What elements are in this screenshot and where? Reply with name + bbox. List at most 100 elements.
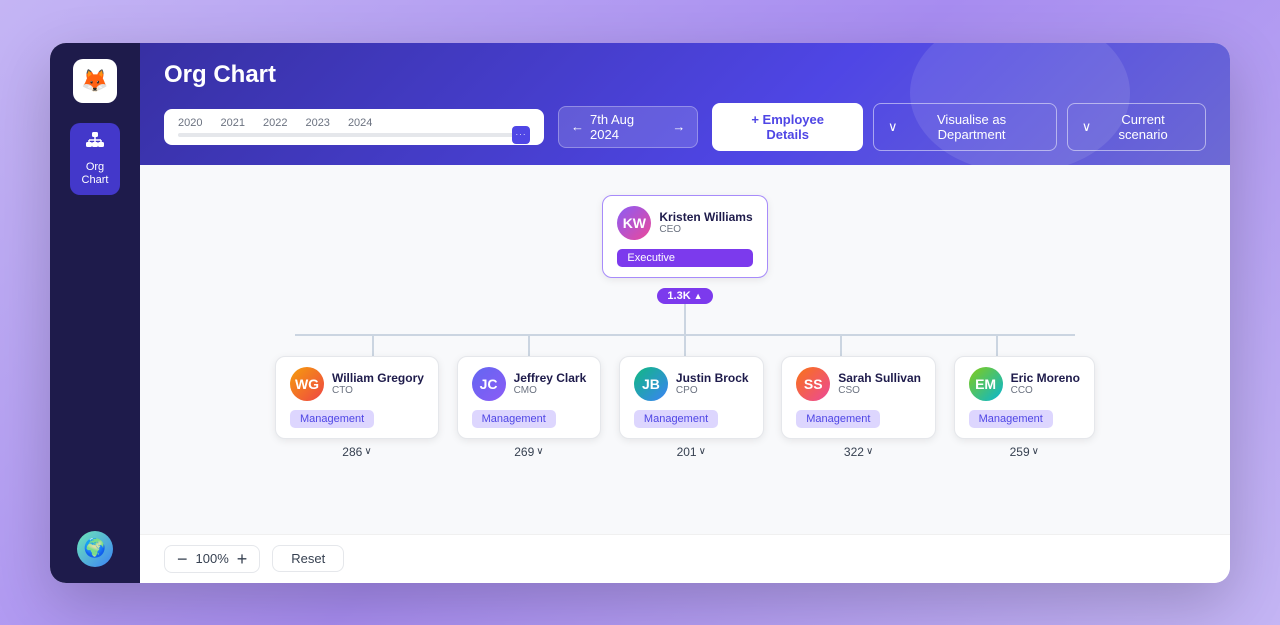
header: Org Chart 2020 2021 2022 2023 2024 <box>140 43 1230 165</box>
ceo-connector: 1.3K ▲ <box>657 278 712 334</box>
main-content: Org Chart 2020 2021 2022 2023 2024 <box>140 43 1230 583</box>
horizontal-connector <box>295 334 1075 336</box>
employee-details-button[interactable]: + Employee Details <box>712 103 863 151</box>
report-3-name: Justin Brock <box>676 371 749 385</box>
sidebar-item-label: OrgChart <box>82 161 109 187</box>
report-5-name: Eric Moreno <box>1011 371 1080 385</box>
date-arrow-right[interactable]: → <box>672 119 685 134</box>
report-2-wrapper: JC Jeffrey Clark CMO Management 269 ∨ <box>457 356 602 459</box>
report-1-avatar: WG <box>290 367 324 401</box>
report-1-wrapper: WG William Gregory CTO Management 286 ∨ <box>275 356 439 459</box>
year-2023: 2023 <box>305 117 329 129</box>
report-2-person: JC Jeffrey Clark CMO <box>472 367 587 401</box>
date-value: 7th Aug 2024 <box>590 112 666 142</box>
report-4-count[interactable]: 322 ∨ <box>844 445 873 459</box>
report-2-info: Jeffrey Clark CMO <box>514 371 587 396</box>
chevron-up-icon: ▲ <box>694 291 703 301</box>
report-card-5[interactable]: EM Eric Moreno CCO Management <box>954 356 1095 439</box>
zoom-out-button[interactable]: − <box>177 550 188 568</box>
reports-level: WG William Gregory CTO Management 286 ∨ <box>275 356 1095 459</box>
vertical-connector <box>684 304 686 334</box>
reset-button[interactable]: Reset <box>272 545 344 572</box>
report-card-4[interactable]: SS Sarah Sullivan CSO Management <box>781 356 936 439</box>
report-2-count[interactable]: 269 ∨ <box>514 445 543 459</box>
report-3-count[interactable]: 201 ∨ <box>677 445 706 459</box>
sidebar-item-org-chart[interactable]: OrgChart <box>70 123 121 195</box>
report-3-info: Justin Brock CPO <box>676 371 749 396</box>
vc2 <box>528 336 530 356</box>
report-3-badge: Management <box>634 410 718 428</box>
date-selector[interactable]: ← 7th Aug 2024 → <box>558 106 698 148</box>
report-card-1[interactable]: WG William Gregory CTO Management <box>275 356 439 439</box>
report-3-wrapper: JB Justin Brock CPO Management 201 ∨ <box>619 356 764 459</box>
ceo-badge: Executive <box>617 249 752 267</box>
chart-area: KW Kristen Williams CEO Executive 1.3 <box>140 165 1230 534</box>
timeline-thumb[interactable]: ··· <box>512 126 530 144</box>
timeline-thumb-icon: ··· <box>516 130 527 139</box>
ceo-role: CEO <box>659 224 752 235</box>
chevron-down-icon: ∨ <box>888 119 898 135</box>
org-tree: KW Kristen Williams CEO Executive 1.3 <box>160 185 1210 459</box>
report-1-person: WG William Gregory CTO <box>290 367 424 401</box>
chevron-down-4: ∨ <box>866 446 873 457</box>
timeline-track[interactable]: ··· <box>178 133 530 137</box>
report-4-badge: Management <box>796 410 880 428</box>
chevron-down-2: ∨ <box>536 446 543 457</box>
ceo-card[interactable]: KW Kristen Williams CEO Executive <box>602 195 767 278</box>
app-logo[interactable]: 🦊 <box>73 59 117 103</box>
report-5-wrapper: EM Eric Moreno CCO Management 259 ∨ <box>954 356 1095 459</box>
report-5-role: CCO <box>1011 385 1080 396</box>
ceo-count[interactable]: 1.3K ▲ <box>657 288 712 304</box>
timeline-wrapper: 2020 2021 2022 2023 2024 ··· <box>178 117 530 137</box>
ceo-avatar: KW <box>617 206 651 240</box>
sidebar: 🦊 OrgChart 🌍 <box>50 43 140 583</box>
report-4-name: Sarah Sullivan <box>838 371 921 385</box>
report-1-count[interactable]: 286 ∨ <box>342 445 371 459</box>
app-window: 🦊 OrgChart 🌍 <box>50 43 1230 583</box>
report-2-avatar: JC <box>472 367 506 401</box>
report-5-count[interactable]: 259 ∨ <box>1010 445 1039 459</box>
report-3-person: JB Justin Brock CPO <box>634 367 749 401</box>
report-3-role: CPO <box>676 385 749 396</box>
chart-footer: − 100% + Reset <box>140 534 1230 583</box>
user-avatar[interactable]: 🌍 <box>77 531 113 567</box>
chevron-down-1: ∨ <box>364 446 371 457</box>
report-card-2[interactable]: JC Jeffrey Clark CMO Management <box>457 356 602 439</box>
year-2024: 2024 <box>348 117 372 129</box>
report-2-name: Jeffrey Clark <box>514 371 587 385</box>
ceo-name: Kristen Williams <box>659 210 752 224</box>
report-2-badge: Management <box>472 410 556 428</box>
vc4 <box>840 336 842 356</box>
report-3-avatar: JB <box>634 367 668 401</box>
vc3 <box>684 336 686 356</box>
ceo-person: KW Kristen Williams CEO <box>617 206 752 240</box>
logo-icon: 🦊 <box>81 68 108 94</box>
chevron-down-5: ∨ <box>1032 446 1039 457</box>
report-4-info: Sarah Sullivan CSO <box>838 371 921 396</box>
header-blob <box>910 43 1130 165</box>
report-2-role: CMO <box>514 385 587 396</box>
sidebar-bottom: 🌍 <box>77 531 113 567</box>
vc1 <box>372 336 374 356</box>
chevron-down-3: ∨ <box>699 446 706 457</box>
date-arrow-left[interactable]: ← <box>571 119 584 134</box>
report-1-role: CTO <box>332 385 424 396</box>
report-1-badge: Management <box>290 410 374 428</box>
ceo-info: Kristen Williams CEO <box>659 210 752 235</box>
timeline-container: 2020 2021 2022 2023 2024 ··· <box>164 109 544 145</box>
report-4-person: SS Sarah Sullivan CSO <box>796 367 921 401</box>
report-4-avatar: SS <box>796 367 830 401</box>
report-card-3[interactable]: JB Justin Brock CPO Management <box>619 356 764 439</box>
year-2022: 2022 <box>263 117 287 129</box>
zoom-controls: − 100% + <box>164 545 260 573</box>
year-2020: 2020 <box>178 117 202 129</box>
report-5-avatar: EM <box>969 367 1003 401</box>
zoom-value: 100% <box>196 551 229 566</box>
report-5-info: Eric Moreno CCO <box>1011 371 1080 396</box>
ceo-level: KW Kristen Williams CEO Executive <box>602 195 767 278</box>
vc5 <box>996 336 998 356</box>
report-5-person: EM Eric Moreno CCO <box>969 367 1080 401</box>
zoom-in-button[interactable]: + <box>237 550 248 568</box>
ceo-count-bubble-wrapper: 1.3K ▲ <box>657 286 712 304</box>
report-1-name: William Gregory <box>332 371 424 385</box>
